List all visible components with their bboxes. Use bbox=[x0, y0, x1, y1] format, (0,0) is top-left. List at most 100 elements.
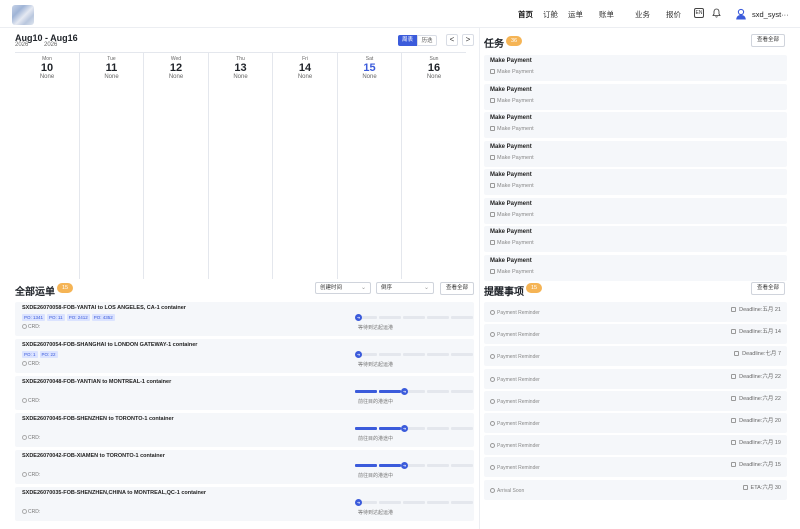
shipment-card[interactable]: SXDE26070045-FOB-SHENZHEN to TORONTO-1 c… bbox=[15, 413, 474, 447]
reminders-view-all-button[interactable]: 查看全部 bbox=[751, 282, 786, 295]
reminder-deadline: Deadline:六月 20 bbox=[731, 416, 781, 424]
task-title: Make Payment bbox=[490, 143, 532, 150]
task-item[interactable]: Make Payment Make Payment bbox=[484, 169, 787, 195]
day-number: 12 bbox=[169, 62, 183, 74]
po-tag: PO: 2412 bbox=[66, 314, 90, 321]
sort-field-select[interactable]: 创建时间 ⌄ bbox=[315, 282, 371, 294]
reminder-item[interactable]: Arrival Soon ETA:六月 30 bbox=[484, 479, 787, 500]
task-subtitle: Make Payment bbox=[490, 126, 534, 132]
day-status: None bbox=[297, 74, 313, 80]
calendar-other-view-button[interactable]: 历迭 bbox=[417, 35, 437, 46]
shipment-card[interactable]: SXDE26070048-FOB-YANTIAN to MONTREAL-1 c… bbox=[15, 376, 474, 410]
clock-icon bbox=[490, 354, 495, 360]
document-icon bbox=[490, 183, 495, 188]
reminder-item[interactable]: Payment Reminder Deadline:五月 14 bbox=[484, 324, 787, 345]
clock-icon bbox=[490, 443, 495, 449]
reminder-item[interactable]: Payment Reminder Deadline:七月 7 bbox=[484, 346, 787, 367]
shipments-view-all-button[interactable]: 查看全部 bbox=[440, 282, 475, 295]
shipment-title[interactable]: SXDE26070042-FOB-XIAMEN to TORONTO-1 con… bbox=[22, 453, 165, 459]
reminder-type-text: Payment Reminder bbox=[497, 310, 540, 316]
shipment-status: 前往目的港途中 bbox=[358, 436, 394, 442]
company-logo[interactable] bbox=[12, 5, 34, 25]
calendar-icon bbox=[731, 418, 737, 423]
nav-booking[interactable]: 订舱 bbox=[543, 9, 558, 20]
shipment-title[interactable]: SXDE26070035-FOB-SHENZHEN,CHINA to MONTR… bbox=[22, 490, 206, 496]
reminder-item[interactable]: Payment Reminder Deadline:六月 20 bbox=[484, 413, 787, 433]
reminder-item[interactable]: Payment Reminder Deadline:六月 22 bbox=[484, 368, 787, 389]
reminder-type-text: Payment Reminder bbox=[497, 398, 540, 405]
calendar-week-view-button[interactable]: 周表 bbox=[398, 35, 417, 46]
shipment-progress-track: ➜ bbox=[355, 388, 475, 395]
nav-home[interactable]: 首页 bbox=[518, 9, 533, 20]
task-subtitle: Make Payment bbox=[490, 211, 534, 218]
calendar-day[interactable]: Fri 14 None bbox=[273, 53, 338, 279]
calendar-day[interactable]: Mon 10 None bbox=[15, 53, 80, 279]
reminder-type-text: Arrival Soon bbox=[497, 487, 525, 494]
task-item[interactable]: Make Payment Make Payment bbox=[484, 83, 787, 110]
calendar-day[interactable]: Sun 16 None bbox=[402, 53, 466, 279]
tasks-count-badge: 36 bbox=[506, 36, 522, 46]
shipment-card[interactable]: SXDE26070042-FOB-XIAMEN to TORONTO-1 con… bbox=[15, 450, 474, 484]
calendar-icon bbox=[731, 462, 737, 468]
task-item[interactable]: Make Payment Make Payment bbox=[484, 140, 787, 167]
calendar-day-today[interactable]: Sat 15 None bbox=[338, 53, 402, 279]
task-item[interactable]: Make Payment Make Payment bbox=[484, 55, 787, 81]
reminder-type: Payment Reminder bbox=[490, 465, 540, 471]
reminder-item[interactable]: Payment Reminder Deadline:六月 19 bbox=[484, 435, 787, 456]
progress-segment bbox=[427, 390, 449, 393]
task-item[interactable]: Make Payment Make Payment bbox=[484, 254, 787, 281]
document-icon bbox=[490, 69, 495, 74]
nav-quotes[interactable]: 报价 bbox=[666, 9, 681, 20]
user-avatar-icon[interactable] bbox=[735, 8, 747, 20]
calendar-day[interactable]: Wed 12 None bbox=[144, 53, 209, 279]
task-title: Make Payment bbox=[490, 200, 532, 207]
progress-segment bbox=[451, 464, 473, 467]
reminder-deadline: Deadline:五月 14 bbox=[731, 327, 781, 335]
day-status: None bbox=[104, 74, 119, 80]
calendar-prev-button[interactable]: < bbox=[446, 34, 458, 46]
bell-icon[interactable] bbox=[711, 8, 721, 18]
reminder-item[interactable]: Payment Reminder Deadline:六月 22 bbox=[484, 390, 787, 411]
calendar-week-grid: Mon 10 None Tue 11 None Wed 12 None Thu … bbox=[15, 52, 466, 279]
task-item[interactable]: Make Payment Make Payment bbox=[484, 112, 787, 138]
sort-order-select[interactable]: 倒序 ⌄ bbox=[376, 282, 434, 294]
shipment-card[interactable]: SXDE26070035-FOB-SHENZHEN,CHINA to MONTR… bbox=[15, 487, 474, 521]
progress-segment bbox=[451, 427, 473, 430]
po-tag: PO: 4352 bbox=[91, 314, 115, 321]
task-item[interactable]: Make Payment Make Payment bbox=[484, 226, 787, 252]
shipment-title[interactable]: SXDE26070054-FOB-SHANGHAI to LONDON GATE… bbox=[22, 342, 197, 348]
day-status: None bbox=[362, 74, 377, 80]
language-switch-icon[interactable]: EN bbox=[694, 8, 704, 18]
calendar-next-button[interactable]: > bbox=[462, 34, 474, 46]
nav-shipments[interactable]: 运单 bbox=[568, 9, 583, 20]
shipment-card[interactable]: SXDE26070054-FOB-SHANGHAI to LONDON GATE… bbox=[15, 339, 474, 373]
shipments-count-badge: 15 bbox=[57, 283, 73, 293]
shipment-title[interactable]: SXDE26070058-FOB-YANTAI to LOS ANGELES, … bbox=[22, 305, 186, 311]
reminder-item[interactable]: Payment Reminder Deadline:六月 15 bbox=[484, 457, 787, 478]
progress-marker-icon: ➜ bbox=[355, 499, 362, 506]
tasks-view-all-button[interactable]: 查看全部 bbox=[751, 34, 786, 47]
day-status: None bbox=[39, 74, 55, 80]
task-item[interactable]: Make Payment Make Payment bbox=[484, 197, 787, 224]
chevron-down-icon: ⌄ bbox=[360, 285, 366, 291]
progress-marker-icon: ➜ bbox=[355, 314, 362, 321]
reminder-item[interactable]: Payment Reminder Deadline:五月 21 bbox=[484, 302, 787, 322]
nav-business[interactable]: 业务 bbox=[635, 9, 650, 20]
calendar-icon bbox=[731, 307, 737, 312]
reminder-deadline-text: Deadline:六月 20 bbox=[739, 418, 781, 424]
progress-segment bbox=[403, 353, 425, 356]
shipment-title[interactable]: SXDE26070048-FOB-YANTIAN to MONTREAL-1 c… bbox=[22, 379, 171, 385]
shipment-card[interactable]: SXDE26070058-FOB-YANTAI to LOS ANGELES, … bbox=[15, 302, 474, 336]
reminder-deadline-text: Deadline:五月 21 bbox=[739, 307, 781, 313]
task-subtitle-text: Make Payment bbox=[497, 211, 534, 218]
shipments-section-title: 全部运单 bbox=[15, 287, 55, 298]
calendar-icon bbox=[742, 484, 748, 490]
clock-icon bbox=[22, 361, 27, 366]
reminder-deadline: ETA:六月 30 bbox=[742, 483, 781, 491]
shipment-title[interactable]: SXDE26070045-FOB-SHENZHEN to TORONTO-1 c… bbox=[22, 416, 174, 422]
nav-bills[interactable]: 账单 bbox=[599, 9, 614, 20]
calendar-day[interactable]: Tue 11 None bbox=[80, 53, 144, 279]
calendar-day[interactable]: Thu 13 None bbox=[209, 53, 273, 279]
shipment-progress-track: ➜ bbox=[355, 462, 475, 469]
user-name[interactable]: sxd_syst··· bbox=[752, 10, 789, 19]
